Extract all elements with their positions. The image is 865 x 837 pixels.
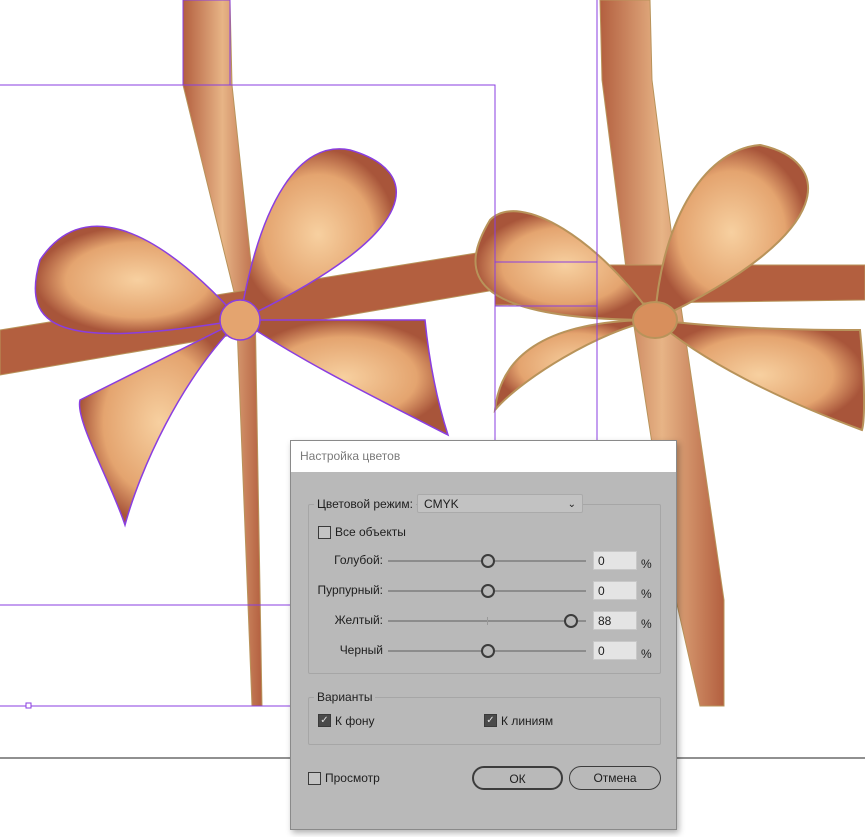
cyan-label: Голубой: — [334, 553, 383, 567]
cyan-input[interactable]: 0 — [593, 551, 637, 570]
magenta-label: Пурпурный: — [317, 583, 384, 597]
percent-label: % — [641, 587, 652, 601]
yellow-slider[interactable] — [388, 614, 586, 628]
fill-label: К фону — [335, 714, 375, 728]
ok-button[interactable]: ОК — [472, 766, 563, 790]
color-mode-label: Цветовой режим: — [314, 497, 416, 511]
percent-label: % — [641, 617, 652, 631]
percent-label: % — [641, 647, 652, 661]
yellow-label: Желтый: — [334, 613, 383, 627]
slider-thumb[interactable] — [481, 584, 495, 598]
magenta-input[interactable]: 0 — [593, 581, 637, 600]
yellow-input[interactable]: 88 — [593, 611, 637, 630]
black-input[interactable]: 0 — [593, 641, 637, 660]
slider-row-cyan: Голубой: 0 % — [291, 551, 676, 571]
color-mode-value: CMYK — [424, 497, 459, 511]
stroke-label: К линиям — [501, 714, 554, 728]
all-objects-checkbox[interactable] — [318, 526, 331, 539]
stroke-checkbox[interactable]: ✓ — [484, 714, 497, 727]
fill-checkbox[interactable]: ✓ — [318, 714, 331, 727]
magenta-slider[interactable] — [388, 584, 586, 598]
slider-thumb[interactable] — [481, 644, 495, 658]
slider-thumb[interactable] — [481, 554, 495, 568]
center-tick — [487, 617, 488, 625]
color-adjust-dialog: Настройка цветов Цветовой режим: CMYK ⌄ В… — [290, 440, 677, 830]
dialog-title[interactable]: Настройка цветов — [291, 441, 676, 472]
slider-row-magenta: Пурпурный: 0 % — [291, 581, 676, 601]
slider-row-black: Черный 0 % — [291, 641, 676, 661]
cyan-slider[interactable] — [388, 554, 586, 568]
preview-label: Просмотр — [325, 771, 380, 785]
slider-thumb[interactable] — [564, 614, 578, 628]
chevron-down-icon: ⌄ — [567, 499, 576, 510]
black-label: Черный — [339, 643, 383, 657]
color-mode-select[interactable]: CMYK ⌄ — [417, 494, 583, 513]
black-slider[interactable] — [388, 644, 586, 658]
percent-label: % — [641, 557, 652, 571]
variants-label: Варианты — [314, 690, 376, 704]
all-objects-label: Все объекты — [335, 525, 406, 539]
slider-row-yellow: Желтый: 88 % — [291, 611, 676, 631]
preview-checkbox[interactable] — [308, 772, 321, 785]
cancel-button[interactable]: Отмена — [569, 766, 661, 790]
